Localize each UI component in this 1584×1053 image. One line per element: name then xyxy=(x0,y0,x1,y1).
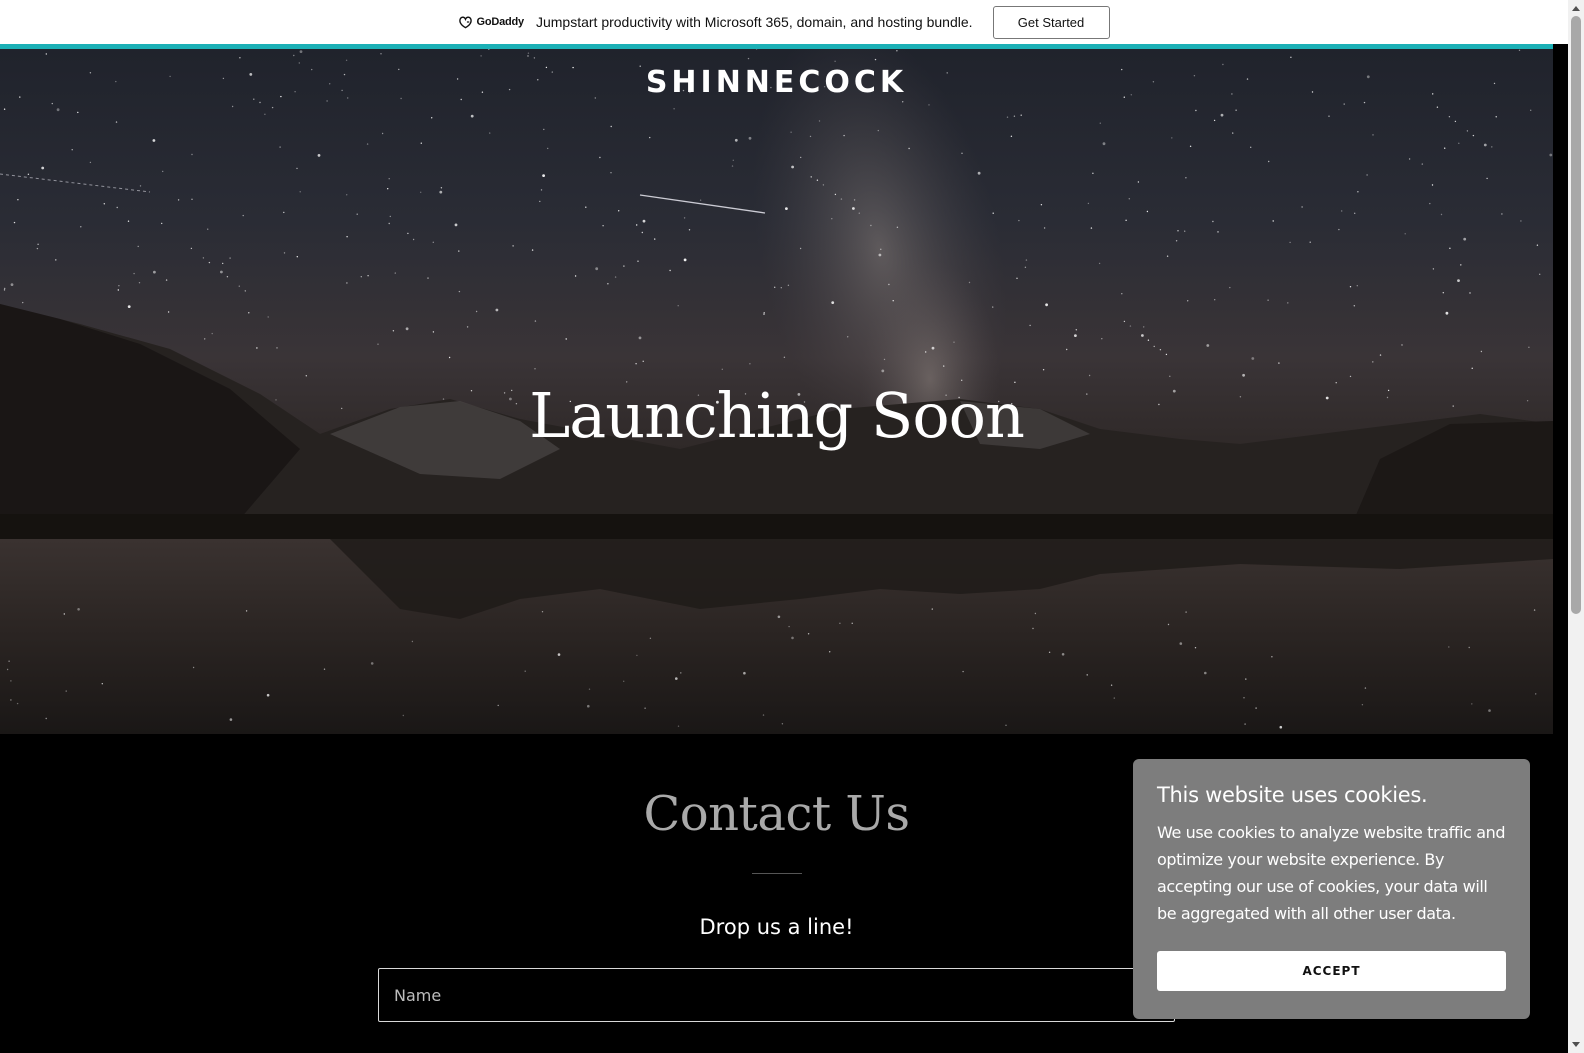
site-brand[interactable]: SHINNECOCK xyxy=(0,65,1553,100)
promo-message: Jumpstart productivity with Microsoft 36… xyxy=(535,14,973,30)
contact-divider xyxy=(752,873,802,874)
godaddy-logo-icon xyxy=(459,16,473,29)
hero-section: SHINNECOCK Launching Soon xyxy=(0,49,1553,734)
get-started-button[interactable]: Get Started xyxy=(992,5,1110,39)
godaddy-logo-text: GoDaddy xyxy=(476,16,524,28)
hero-title: Launching Soon xyxy=(529,379,1025,452)
scrollbar-thumb[interactable] xyxy=(1571,16,1581,614)
accept-cookies-button[interactable]: ACCEPT xyxy=(1157,951,1506,991)
name-input[interactable] xyxy=(378,968,1175,1022)
page-scrollbar[interactable] xyxy=(1568,0,1584,1053)
cookie-title: This website uses cookies. xyxy=(1157,783,1428,807)
scroll-down-arrow-icon[interactable] xyxy=(1568,1037,1584,1053)
cookie-message: We use cookies to analyze website traffi… xyxy=(1157,823,1506,923)
cookie-banner: This website uses cookies. We use cookie… xyxy=(1133,759,1530,1019)
promo-bar: GoDaddy Jumpstart productivity with Micr… xyxy=(0,0,1568,44)
scroll-up-arrow-icon[interactable] xyxy=(1568,0,1584,16)
godaddy-logo[interactable]: GoDaddy xyxy=(458,15,524,29)
